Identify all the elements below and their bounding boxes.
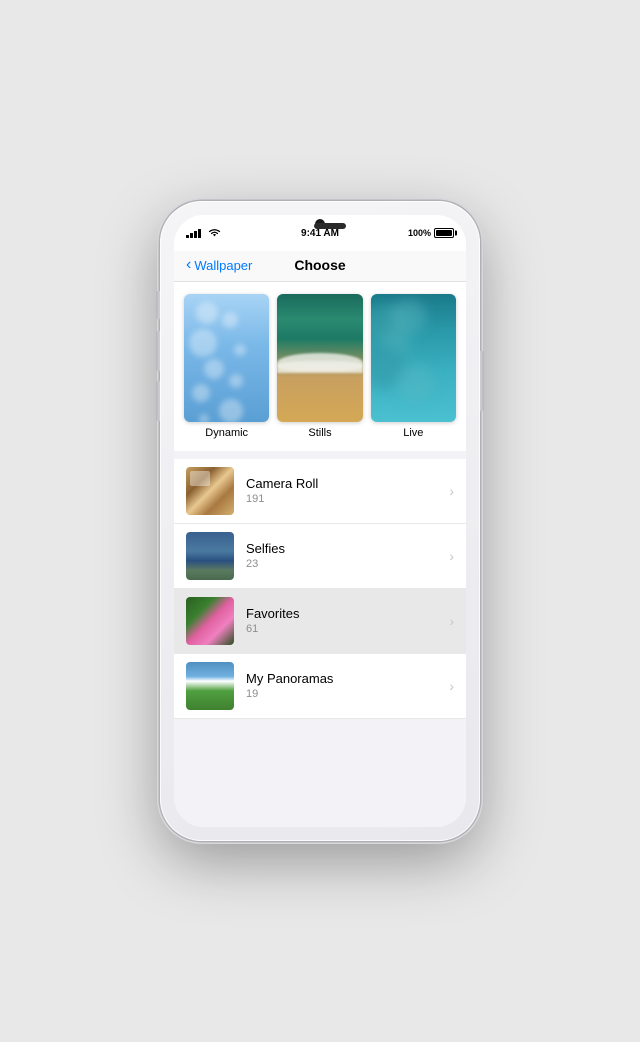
bokeh-circle (196, 302, 218, 324)
signal-bar-4 (198, 229, 201, 238)
bokeh-circle (199, 414, 209, 422)
live-label: Live (403, 427, 423, 439)
wallpaper-type-grid: Dynamic Stills (184, 294, 456, 439)
album-item-selfies[interactable]: Selfies 23 › (174, 524, 466, 589)
panoramas-info: My Panoramas 19 (246, 671, 445, 700)
live-bg (371, 294, 456, 422)
battery-fill (436, 230, 452, 236)
camera-roll-chevron-icon: › (449, 483, 454, 499)
favorites-count: 61 (246, 623, 445, 635)
wifi-icon (208, 228, 221, 238)
wallpaper-type-dynamic[interactable]: Dynamic (184, 294, 269, 439)
bokeh-circle (204, 359, 224, 379)
bokeh-circle (229, 374, 243, 388)
wallpaper-type-section: Dynamic Stills (174, 282, 466, 451)
bokeh-circle (222, 312, 238, 328)
album-item-camera-roll[interactable]: Camera Roll 191 › (174, 459, 466, 524)
favorites-bg (186, 597, 234, 645)
bokeh-circle (189, 329, 217, 357)
dynamic-thumbnail (184, 294, 269, 422)
bokeh-circle (219, 399, 243, 422)
signal-bar-2 (190, 233, 193, 238)
favorites-info: Favorites 61 (246, 606, 445, 635)
favorites-chevron-icon: › (449, 613, 454, 629)
wallpaper-type-stills[interactable]: Stills (277, 294, 362, 439)
dynamic-bg (184, 294, 269, 422)
favorites-thumbnail (186, 597, 234, 645)
bokeh-circle (234, 344, 246, 356)
camera-roll-thumbnail (186, 467, 234, 515)
album-item-favorites[interactable]: Favorites 61 › (174, 589, 466, 654)
selfies-chevron-icon: › (449, 548, 454, 564)
panoramas-chevron-icon: › (449, 678, 454, 694)
camera-roll-name: Camera Roll (246, 476, 445, 491)
panoramas-count: 19 (246, 688, 445, 700)
stills-label: Stills (308, 427, 331, 439)
camera-roll-bg (186, 467, 234, 515)
favorites-name: Favorites (246, 606, 445, 621)
status-right: 100% (408, 228, 454, 238)
back-chevron-icon: ‹ (186, 257, 191, 273)
back-button[interactable]: ‹ Wallpaper (186, 257, 266, 273)
wallpaper-type-live[interactable]: Live (371, 294, 456, 439)
back-label: Wallpaper (194, 258, 252, 273)
selfies-name: Selfies (246, 541, 445, 556)
panoramas-name: My Panoramas (246, 671, 445, 686)
signal-strength-icon (186, 228, 201, 238)
signal-bar-1 (186, 235, 189, 238)
panoramas-thumbnail (186, 662, 234, 710)
stills-bg (277, 294, 362, 422)
panoramas-bg (186, 662, 234, 710)
battery-icon (434, 228, 454, 238)
live-thumbnail (371, 294, 456, 422)
phone-screen: 9:41 AM 100% ‹ Wallpaper Choose (174, 215, 466, 827)
selfies-count: 23 (246, 558, 445, 570)
bokeh-circle (192, 384, 210, 402)
status-left (186, 228, 221, 238)
navigation-bar: ‹ Wallpaper Choose (174, 251, 466, 282)
dynamic-label: Dynamic (205, 427, 248, 439)
screen-content: Dynamic Stills (174, 282, 466, 827)
phone-frame: 9:41 AM 100% ‹ Wallpaper Choose (160, 201, 480, 841)
volume-up-button[interactable] (156, 331, 160, 371)
album-item-my-panoramas[interactable]: My Panoramas 19 › (174, 654, 466, 719)
selfies-info: Selfies 23 (246, 541, 445, 570)
stills-thumbnail (277, 294, 362, 422)
selfies-bg (186, 532, 234, 580)
mute-button[interactable] (156, 291, 160, 319)
battery-percentage: 100% (408, 228, 431, 238)
signal-bar-3 (194, 231, 197, 238)
camera-roll-count: 191 (246, 493, 445, 505)
wave-overlay-2 (277, 361, 362, 371)
volume-down-button[interactable] (156, 381, 160, 421)
status-time: 9:41 AM (301, 228, 339, 239)
page-title: Choose (266, 257, 374, 273)
selfies-thumbnail (186, 532, 234, 580)
albums-list: Camera Roll 191 › Selfies 23 › (174, 459, 466, 719)
camera-roll-info: Camera Roll 191 (246, 476, 445, 505)
smoke-cloud (396, 364, 434, 402)
status-bar: 9:41 AM 100% (174, 215, 466, 251)
power-button[interactable] (480, 351, 484, 411)
